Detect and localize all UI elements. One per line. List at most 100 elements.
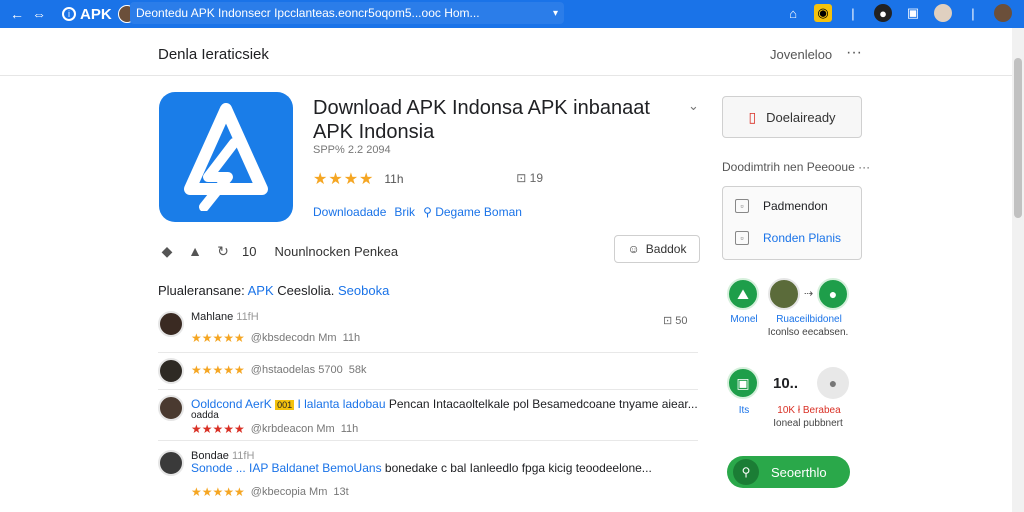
review-rating-line: ★★★★★ @hstaodelas 5700 58k: [191, 363, 366, 377]
review-stars: ★★★★★: [191, 422, 245, 436]
avatar[interactable]: [768, 278, 800, 310]
search-button-label: Seoerthlo: [771, 464, 827, 480]
divider-icon: |: [971, 5, 975, 21]
circle-label: Monel: [730, 314, 758, 325]
app-links: Downloadade Brik ⚲ Degame Boman: [313, 205, 522, 219]
url-bar[interactable]: Deontedu APK Indonsecr Ipcclanteas.eoncr…: [130, 2, 564, 24]
checkbox-icon: ▫: [735, 199, 749, 213]
avatar: [158, 395, 184, 421]
more-icon[interactable]: ···: [858, 160, 870, 174]
header-link[interactable]: Jovenleloo: [770, 47, 832, 62]
review-meta-2: 58k: [348, 364, 367, 376]
review-meta-2: 11h: [340, 423, 359, 435]
review-link[interactable]: I lalanta ladobau: [297, 397, 385, 411]
yellow-extension-icon[interactable]: ◉: [814, 4, 832, 22]
user-icon[interactable]: ●: [817, 367, 849, 399]
circle-label: Ruaceilbidonel: [776, 314, 842, 325]
profile-avatar[interactable]: [934, 4, 952, 22]
chevron-down-icon[interactable]: ⌄: [688, 98, 699, 114]
forward-icon[interactable]: ⇔: [28, 6, 50, 22]
review-rating-line: ★★★★★ @kbsdecodn Mm 11h: [191, 331, 360, 345]
review-text: Pencan Intacaoltelkale pol Besamedcoane …: [388, 397, 698, 411]
link-game-label: Degame Boman: [435, 205, 522, 219]
circle-label: Its: [738, 405, 750, 416]
page-title: Denla Ieraticsiek: [158, 46, 269, 63]
section-title: Plualeransane: APK Ceeslolia. Seoboka: [158, 283, 389, 298]
review-meta: @kbecopia Mm: [250, 486, 328, 498]
avatar: [158, 311, 184, 337]
avatar: [158, 450, 184, 476]
triangle-bolt-icon: [184, 103, 268, 211]
back-icon[interactable]: ←: [6, 6, 28, 22]
info-icon[interactable]: i: [62, 7, 76, 21]
review-item: Bondae 11fH Sonode ... IAP Baldanet Bemo…: [158, 450, 698, 506]
toolbar-right: ⌂ ◉ | ● ▣ |: [784, 4, 1012, 22]
review-meta: @hstaodelas 5700: [250, 364, 343, 376]
link-brik[interactable]: Brik: [394, 205, 415, 219]
scrollbar[interactable]: [1012, 28, 1024, 512]
user-icon[interactable]: ▲: [186, 242, 204, 260]
section-link-2[interactable]: Seoboka: [338, 283, 389, 298]
section-link-1[interactable]: APK: [248, 283, 274, 298]
review-meta-2: 13t: [333, 486, 349, 498]
rating-count: 11h: [384, 172, 404, 186]
circle-count: 10..: [773, 375, 799, 392]
download-button[interactable]: ▯ Doelaiready: [722, 96, 862, 138]
review-reply-count[interactable]: ⊡ 50: [663, 314, 688, 327]
search-icon: ⚲: [423, 205, 432, 219]
review-stars: ★★★★★: [191, 331, 245, 345]
image-icon: ▫: [735, 231, 749, 245]
section-label: Plualeransane:: [158, 283, 245, 298]
sidebar-title: Doodimtrih nen Peeooue ···: [722, 160, 870, 174]
refresh-icon[interactable]: ↻: [214, 242, 232, 260]
page-header: Denla Ieraticsiek Jovenleloo ···: [0, 30, 1012, 76]
link-game[interactable]: ⚲ Degame Boman: [423, 205, 522, 219]
card-row-1[interactable]: ▫ Padmendon: [735, 199, 828, 213]
browser-brand: APK: [80, 5, 112, 23]
dark-extension-icon[interactable]: ●: [874, 4, 892, 22]
app-title: Download APK Indonsa APK inbanaat APK In…: [313, 97, 650, 143]
review-time: 11fH: [236, 311, 259, 323]
bookmark-icon[interactable]: ▣: [904, 4, 922, 22]
divider-icon: |: [851, 5, 855, 21]
review-item: ★★★★★ @hstaodelas 5700 58k: [158, 358, 698, 390]
search-button[interactable]: ⚲ Seoerthlo: [727, 456, 850, 488]
review-meta: @krbdeacon Mm: [250, 423, 335, 435]
review-rating-line: ★★★★★ @kbecopia Mm 13t: [191, 485, 349, 499]
review-sub: oadda: [191, 410, 219, 421]
profile-avatar-2[interactable]: [994, 4, 1012, 22]
scrollbar-thumb[interactable]: [1014, 58, 1022, 218]
circle-sub: Ioneal pubbnert: [773, 418, 843, 429]
review-author-name[interactable]: Ooldcond AerK: [191, 397, 272, 411]
review-reply-count-value: 50: [675, 315, 688, 327]
more-icon[interactable]: ···: [846, 44, 862, 62]
card-row-1-label: Padmendon: [763, 199, 828, 213]
search-icon: ⚲: [733, 459, 759, 485]
action-count: 10: [242, 243, 257, 259]
review-author: Mahlane 11fH: [191, 311, 259, 323]
link-download[interactable]: Downloadade: [313, 205, 386, 219]
review-link[interactable]: Sonode ... IAP Baldanet BemoUans: [191, 461, 382, 475]
smile-icon: ☺: [627, 242, 640, 256]
url-text: Deontedu APK Indonsecr Ipcclanteas.eoncr…: [136, 6, 480, 20]
rating-row: ★★★★ 11h ⊡ 19: [313, 170, 543, 188]
review-author-name: Mahlane: [191, 311, 234, 323]
like-icon[interactable]: ◆: [158, 242, 176, 260]
chevron-down-icon[interactable]: ▾: [553, 8, 558, 19]
file-icon: ▯: [748, 108, 757, 125]
review-meta: @kbsdecodn Mm: [250, 332, 337, 344]
review-badge: 001: [275, 400, 295, 410]
baddok-button[interactable]: ☺ Baddok: [614, 235, 700, 263]
gallery-icon[interactable]: ⛰: [727, 278, 759, 310]
user-add-icon[interactable]: ●: [817, 278, 849, 310]
circle-sub: Iconlso eecabsen.: [767, 327, 849, 338]
baddok-button-label: Baddok: [645, 242, 687, 256]
sidebar-card: ▫ Padmendon ▫ Ronden Planis: [722, 186, 862, 260]
circle-label: 10K ł Berabea: [777, 405, 841, 416]
home-icon[interactable]: ⌂: [784, 4, 802, 22]
app-logo: [159, 92, 293, 222]
card-row-2[interactable]: ▫ Ronden Planis: [735, 231, 841, 245]
review-item: Mahlane 11fH ★★★★★ @kbsdecodn Mm 11h ⊡ 5…: [158, 311, 698, 353]
comment-icon: ⊡: [663, 315, 673, 327]
image-icon[interactable]: ▣: [727, 367, 759, 399]
